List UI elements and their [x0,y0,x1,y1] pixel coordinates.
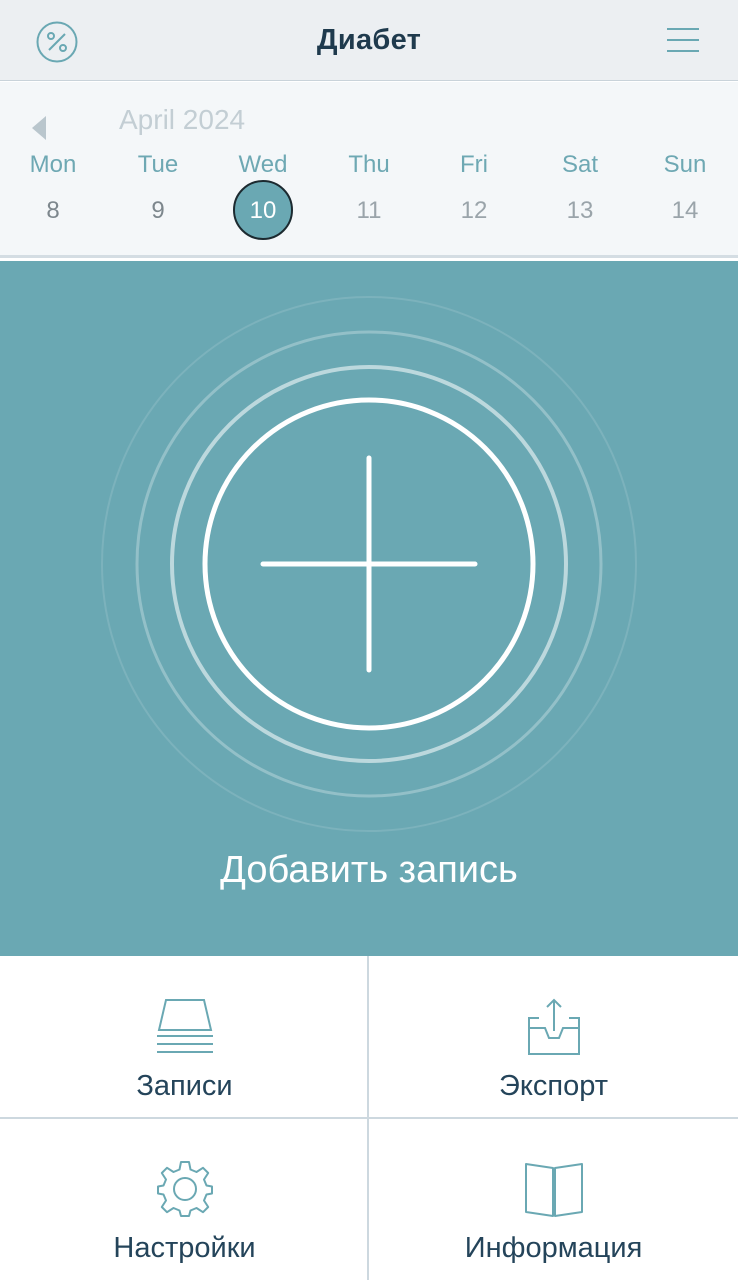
records-label: Записи [136,1070,233,1102]
day-number: 9 [151,197,165,224]
info-label: Информация [464,1232,643,1264]
day-of-week: Fri [460,151,488,178]
week-calendar: April 2024 Mon 8 Tue 9 Wed 10 Thu 11 Fri… [0,0,738,258]
day-of-week: Thu [348,151,390,178]
day-number: 10 [249,197,277,224]
export-tray-icon [525,998,583,1061]
day-of-week: Sat [561,151,599,178]
day-number: 13 [566,197,594,224]
day-of-week: Mon [29,151,77,178]
export-button[interactable]: Экспорт [369,956,738,1118]
bottom-menu-grid: Записи Экспорт Настройки Информация [0,956,738,1280]
grid-divider-horizontal [0,1117,738,1119]
info-button[interactable]: Информация [369,1118,738,1280]
add-entry-label: Добавить запись [220,849,518,891]
open-book-icon [524,1160,584,1223]
day-of-week: Sun [663,151,707,178]
tray-stack-icon [156,998,214,1061]
day-number: 14 [671,197,699,224]
settings-label: Настройки [113,1232,256,1264]
day-of-week: Wed [238,151,288,178]
add-entry-area[interactable]: Добавить запись [0,261,738,956]
settings-button[interactable]: Настройки [0,1118,369,1280]
day-number: 12 [460,197,488,224]
export-label: Экспорт [499,1070,608,1102]
day-number: 11 [356,197,382,224]
calendar-month: April 2024 [119,104,246,135]
records-button[interactable]: Записи [0,956,369,1118]
gear-icon [156,1160,214,1223]
day-of-week: Tue [137,151,179,178]
triangle-left-icon[interactable] [30,116,48,140]
day-number: 8 [46,197,60,224]
